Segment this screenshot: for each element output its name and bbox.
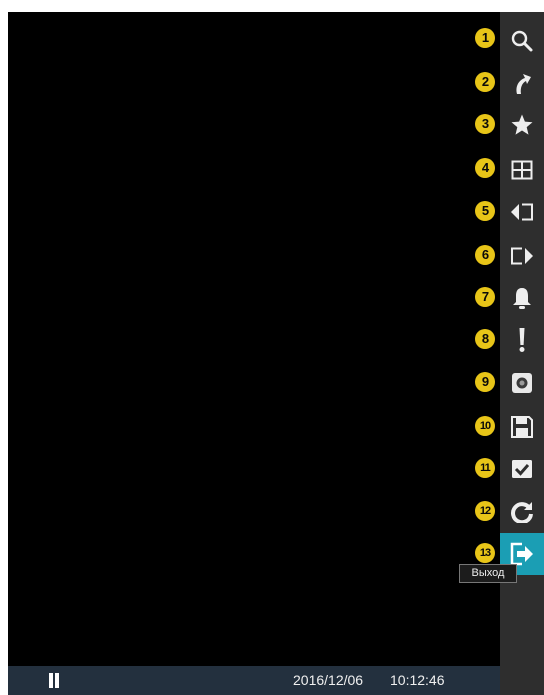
checkbox-icon <box>511 459 533 479</box>
arrow-jump-icon <box>511 71 533 95</box>
refresh-icon <box>511 501 533 523</box>
video-display-area[interactable] <box>8 12 500 666</box>
status-bar: 2016/12/06 10:12:46 <box>8 666 500 695</box>
menu-layout-button[interactable] <box>500 152 544 188</box>
status-time: 10:12:46 <box>390 672 445 688</box>
menu-number-badge: 9 <box>475 372 495 392</box>
menu-jump-button[interactable] <box>500 65 544 101</box>
menu-number-badge: 11 <box>475 458 495 478</box>
menu-number-badge: 2 <box>475 72 495 92</box>
menu-number-badge: 12 <box>475 501 495 521</box>
menu-alarm-button[interactable] <box>500 280 544 316</box>
save-icon <box>511 416 533 438</box>
pause-icon[interactable] <box>48 673 60 688</box>
menu-check-button[interactable] <box>500 451 544 487</box>
next-group-icon <box>510 247 534 265</box>
grid-layout-icon <box>511 160 533 180</box>
menu-number-badge: 13 <box>475 543 495 563</box>
menu-previous-button[interactable] <box>500 194 544 230</box>
menu-number-badge: 10 <box>475 416 495 436</box>
previous-group-icon <box>510 203 534 221</box>
menu-number-badge: 8 <box>475 329 495 349</box>
status-date: 2016/12/06 <box>293 672 364 688</box>
menu-search-button[interactable] <box>500 23 544 59</box>
menu-event-button[interactable] <box>500 322 544 358</box>
star-icon <box>510 113 534 137</box>
menu-number-badge: 6 <box>475 245 495 265</box>
camera-icon <box>511 372 533 394</box>
search-icon <box>510 29 534 53</box>
menu-next-button[interactable] <box>500 238 544 274</box>
exclamation-icon <box>517 327 527 353</box>
menu-favorite-button[interactable] <box>500 107 544 143</box>
menu-camera-button[interactable] <box>500 365 544 401</box>
exit-icon <box>509 542 535 566</box>
menu-number-badge: 5 <box>475 201 495 221</box>
exit-tooltip: Выход <box>459 564 517 583</box>
menu-save-button[interactable] <box>500 409 544 445</box>
menu-number-badge: 7 <box>475 287 495 307</box>
menu-number-badge: 1 <box>475 28 495 48</box>
bell-icon <box>511 286 533 310</box>
menu-number-badge: 3 <box>475 114 495 134</box>
menu-number-badge: 4 <box>475 158 495 178</box>
menu-refresh-button[interactable] <box>500 494 544 530</box>
